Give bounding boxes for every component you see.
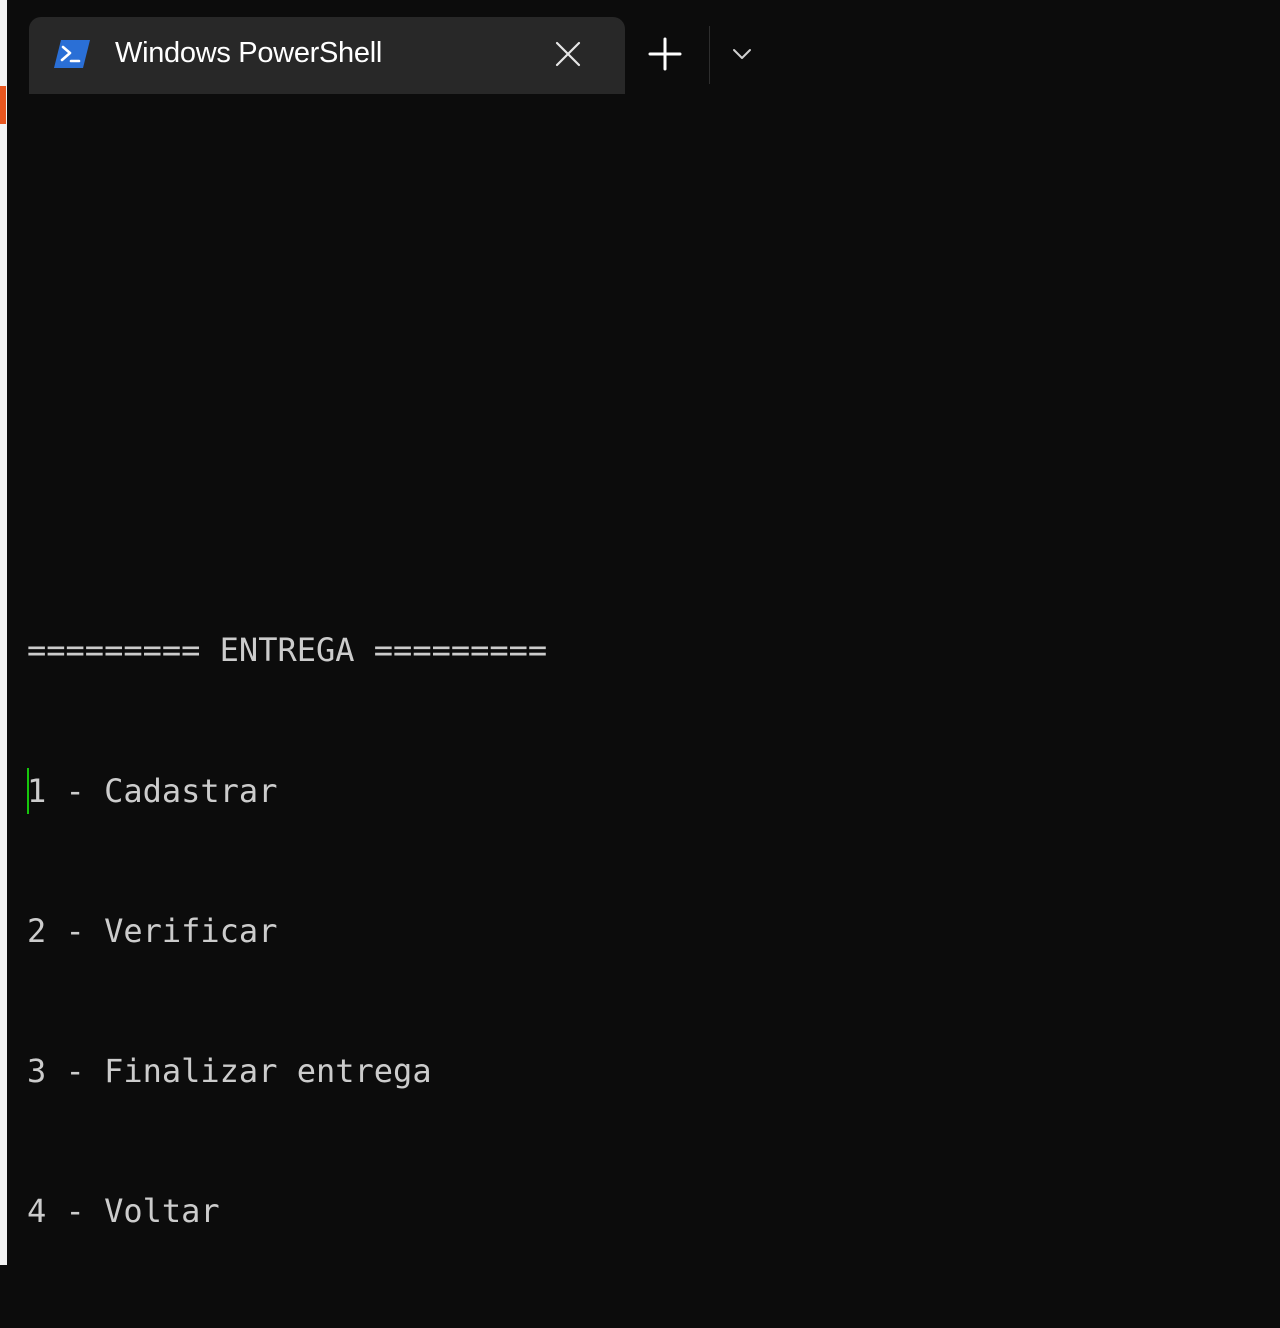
menu-option-voltar: 4 - Voltar: [27, 1191, 220, 1230]
terminal-output-area[interactable]: ========= ENTREGA ========= 1 - Cadastra…: [7, 94, 1280, 1265]
tab-title: Windows PowerShell: [115, 37, 382, 69]
text-cursor: [27, 768, 29, 814]
close-icon[interactable]: [553, 39, 583, 69]
chevron-down-icon: [733, 49, 751, 59]
tab-windows-powershell[interactable]: Windows PowerShell: [29, 17, 625, 94]
plus-icon: [648, 37, 682, 71]
title-bar: Windows PowerShell: [7, 0, 1280, 94]
powershell-icon: [53, 39, 91, 69]
new-tab-button[interactable]: [647, 36, 683, 72]
menu-option-cadastrar: 1 - Cadastrar: [27, 771, 278, 810]
tab-divider: [709, 26, 710, 84]
background-window-edge: [0, 0, 7, 1265]
tab-dropdown-button[interactable]: [729, 44, 755, 64]
menu-option-finalizar-entrega: 3 - Finalizar entrega: [27, 1051, 432, 1090]
menu-option-verificar: 2 - Verificar: [27, 911, 278, 950]
menu-header: ========= ENTREGA =========: [27, 631, 548, 670]
terminal-window: Windows PowerShell ========= ENTREGA ===…: [7, 0, 1280, 1265]
console-output: ========= ENTREGA ========= 1 - Cadastra…: [27, 534, 547, 1328]
background-window-accent: [0, 86, 6, 124]
